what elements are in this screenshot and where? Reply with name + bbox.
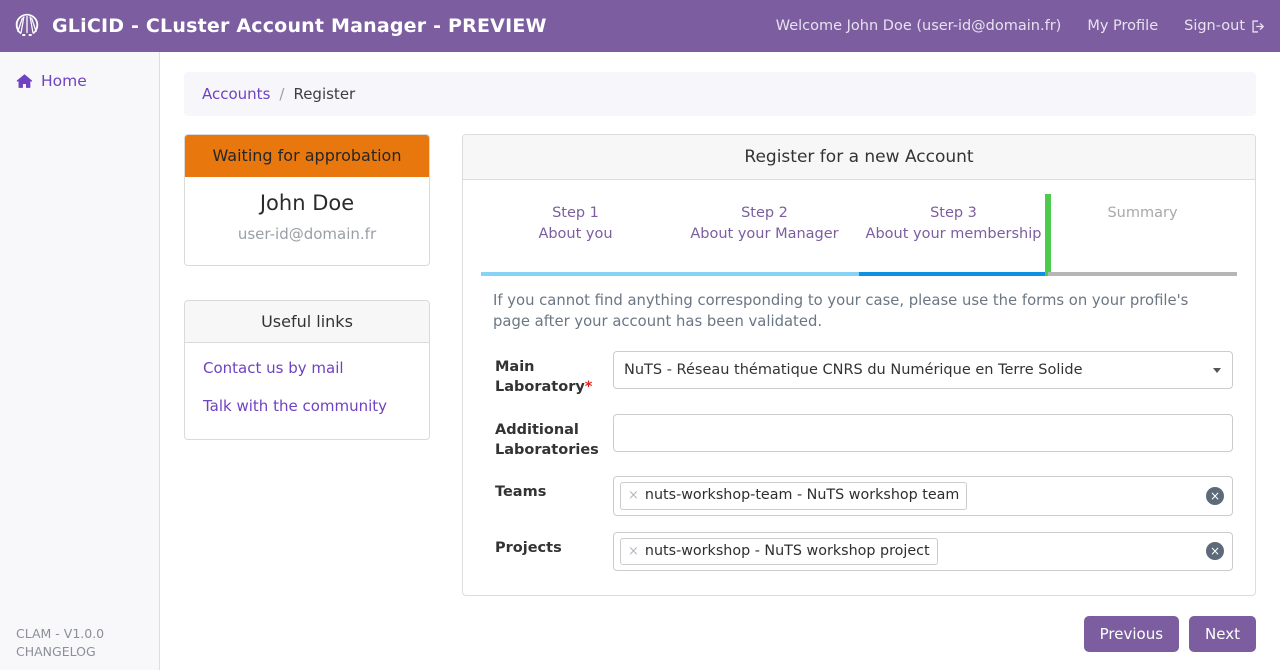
breadcrumb-current: Register [293,85,355,103]
link-contact-by-mail[interactable]: Contact us by mail [203,359,411,377]
step-2-label: About your Manager [676,224,853,245]
next-button[interactable]: Next [1189,616,1256,652]
navbar-right: Welcome John Doe (user-id@domain.fr) My … [776,18,1266,34]
scallop-shell-icon [12,11,42,41]
user-name: John Doe [197,191,417,215]
content-columns: Waiting for approbation John Doe user-id… [184,134,1256,652]
step-1-underline [481,272,670,276]
panel-body: Step 1 About you Step 2 About your Manag… [463,180,1255,595]
wizard-step-2[interactable]: Step 2 About your Manager [670,194,859,276]
projects-tag[interactable]: × nuts-workshop - NuTS workshop project [620,538,938,565]
teams-field: × nuts-workshop-team - NuTS workshop tea… [613,476,1233,515]
main-laboratory-select[interactable]: NuTS - Réseau thématique CNRS du Numériq… [613,351,1233,389]
useful-links-body: Contact us by mail Talk with the communi… [185,343,429,439]
step-3-number: Step 3 [865,203,1042,224]
step-1-label: About you [487,224,664,245]
teams-label: Teams [485,476,613,502]
breadcrumb-separator: / [279,85,284,103]
link-talk-with-community[interactable]: Talk with the community [203,397,411,415]
main-laboratory-value: NuTS - Réseau thématique CNRS du Numériq… [624,362,1083,378]
teams-tag[interactable]: × nuts-workshop-team - NuTS workshop tea… [620,482,967,509]
step-summary-underline [1048,272,1237,276]
required-asterisk: * [585,379,593,395]
sign-out-icon [1251,19,1266,34]
chevron-down-icon [1213,368,1221,373]
app-version: CLAM - V1.0.0 [16,626,104,641]
account-status-body: John Doe user-id@domain.fr [185,177,429,265]
projects-tag-input[interactable]: × nuts-workshop - NuTS workshop project … [613,532,1233,571]
sign-out-label: Sign-out [1184,18,1245,34]
teams-clear-all-icon[interactable]: × [1206,487,1224,505]
my-profile-link[interactable]: My Profile [1087,18,1158,34]
left-column: Waiting for approbation John Doe user-id… [184,134,430,652]
sidebar-footer: CLAM - V1.0.0 CHANGELOG [16,625,104,663]
step-2-number: Step 2 [676,203,853,224]
app-title: GLiCID - CLuster Account Manager - PREVI… [52,15,547,37]
register-panel: Register for a new Account Step 1 About … [462,134,1256,596]
step-1-number: Step 1 [487,203,664,224]
additional-laboratories-field [613,414,1233,452]
breadcrumb-accounts[interactable]: Accounts [202,85,270,103]
user-email: user-id@domain.fr [197,225,417,243]
projects-tag-remove-icon[interactable]: × [628,542,639,562]
sidebar-item-label: Home [41,72,87,90]
form-hint: If you cannot find anything correspondin… [493,290,1223,333]
useful-links-card: Useful links Contact us by mail Talk wit… [184,300,430,440]
main-content: Accounts / Register Waiting for approbat… [160,52,1280,670]
teams-tag-label: nuts-workshop-team - NuTS workshop team [645,485,959,506]
additional-laboratories-label: Additional Laboratories [485,414,613,461]
status-badge: Waiting for approbation [185,135,429,177]
additional-laboratories-input[interactable] [613,414,1233,452]
sign-out-link[interactable]: Sign-out [1184,18,1266,34]
changelog-link[interactable]: CHANGELOG [16,643,104,662]
field-row-projects: Projects × nuts-workshop - NuTS workshop… [485,532,1233,571]
main-laboratory-field: NuTS - Réseau thématique CNRS du Numériq… [613,351,1233,389]
wizard-step-summary: Summary [1048,194,1237,276]
projects-clear-all-icon[interactable]: × [1206,542,1224,560]
wizard-steps: Step 1 About you Step 2 About your Manag… [481,194,1237,276]
field-row-additional-laboratories: Additional Laboratories [485,414,1233,461]
step-3-underline [859,272,1048,276]
home-icon [16,73,33,90]
wizard-step-1[interactable]: Step 1 About you [481,194,670,276]
account-status-card: Waiting for approbation John Doe user-id… [184,134,430,266]
step-summary-label: Summary [1054,203,1231,224]
wizard-buttons: Previous Next [462,616,1256,652]
projects-label: Projects [485,532,613,558]
right-column: Register for a new Account Step 1 About … [462,134,1256,652]
welcome-text: Welcome John Doe (user-id@domain.fr) [776,18,1062,34]
sidebar: Home CLAM - V1.0.0 CHANGELOG [0,52,160,670]
brand-link[interactable]: GLiCID - CLuster Account Manager - PREVI… [12,11,547,41]
teams-tag-remove-icon[interactable]: × [628,486,639,506]
teams-tag-input[interactable]: × nuts-workshop-team - NuTS workshop tea… [613,476,1233,515]
step-2-underline [670,272,859,276]
breadcrumb: Accounts / Register [184,72,1256,116]
wizard-step-3[interactable]: Step 3 About your membership [859,194,1048,276]
membership-form: Main Laboratory* NuTS - Réseau thématiqu… [481,351,1237,571]
field-row-teams: Teams × nuts-workshop-team - NuTS worksh… [485,476,1233,515]
panel-title: Register for a new Account [463,135,1255,180]
field-row-main-laboratory: Main Laboratory* NuTS - Réseau thématiqu… [485,351,1233,398]
main-laboratory-label-text: Main Laboratory [495,359,585,395]
projects-field: × nuts-workshop - NuTS workshop project … [613,532,1233,571]
step-3-label: About your membership [865,224,1042,245]
sidebar-item-home[interactable]: Home [0,66,159,96]
main-laboratory-label: Main Laboratory* [485,351,613,398]
previous-button[interactable]: Previous [1084,616,1179,652]
useful-links-title: Useful links [185,301,429,343]
page-layout: Home CLAM - V1.0.0 CHANGELOG Accounts / … [0,52,1280,670]
top-navbar: GLiCID - CLuster Account Manager - PREVI… [0,0,1280,52]
projects-tag-label: nuts-workshop - NuTS workshop project [645,541,930,562]
